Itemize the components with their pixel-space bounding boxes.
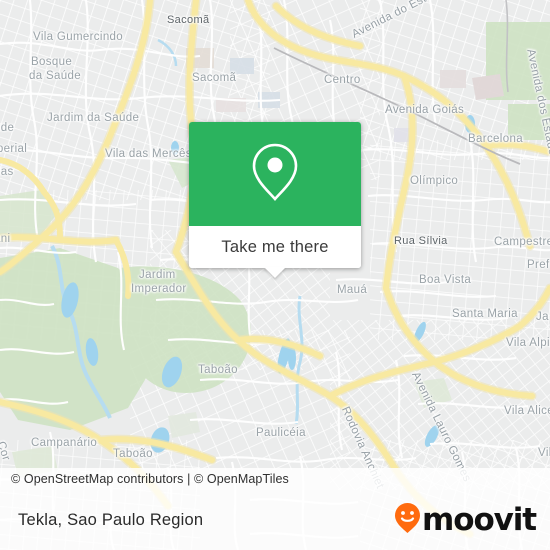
- map-screenshot: SacomãVila GumercindoAvenida do EstadoSa…: [0, 0, 550, 550]
- take-me-there-button[interactable]: Take me there: [215, 237, 334, 258]
- card-action-area[interactable]: Take me there: [189, 226, 361, 278]
- card-pointer-tail: [264, 267, 286, 278]
- destination-popup-card[interactable]: Take me there: [189, 122, 361, 278]
- card-pin-area: [189, 122, 361, 226]
- moovit-wordmark: moovit: [422, 502, 537, 538]
- moovit-logo[interactable]: moovit: [394, 502, 537, 539]
- place-label: Tekla, Sao Paulo Region: [18, 510, 204, 529]
- map-pin-icon: [249, 141, 301, 208]
- moovit-smiley-pin-icon: [394, 502, 421, 539]
- footer-bar: Tekla, Sao Paulo Region moovit: [0, 490, 550, 550]
- map-attribution: © OpenStreetMap contributors | © OpenMap…: [0, 468, 550, 490]
- attribution-text[interactable]: © OpenStreetMap contributors | © OpenMap…: [11, 472, 289, 486]
